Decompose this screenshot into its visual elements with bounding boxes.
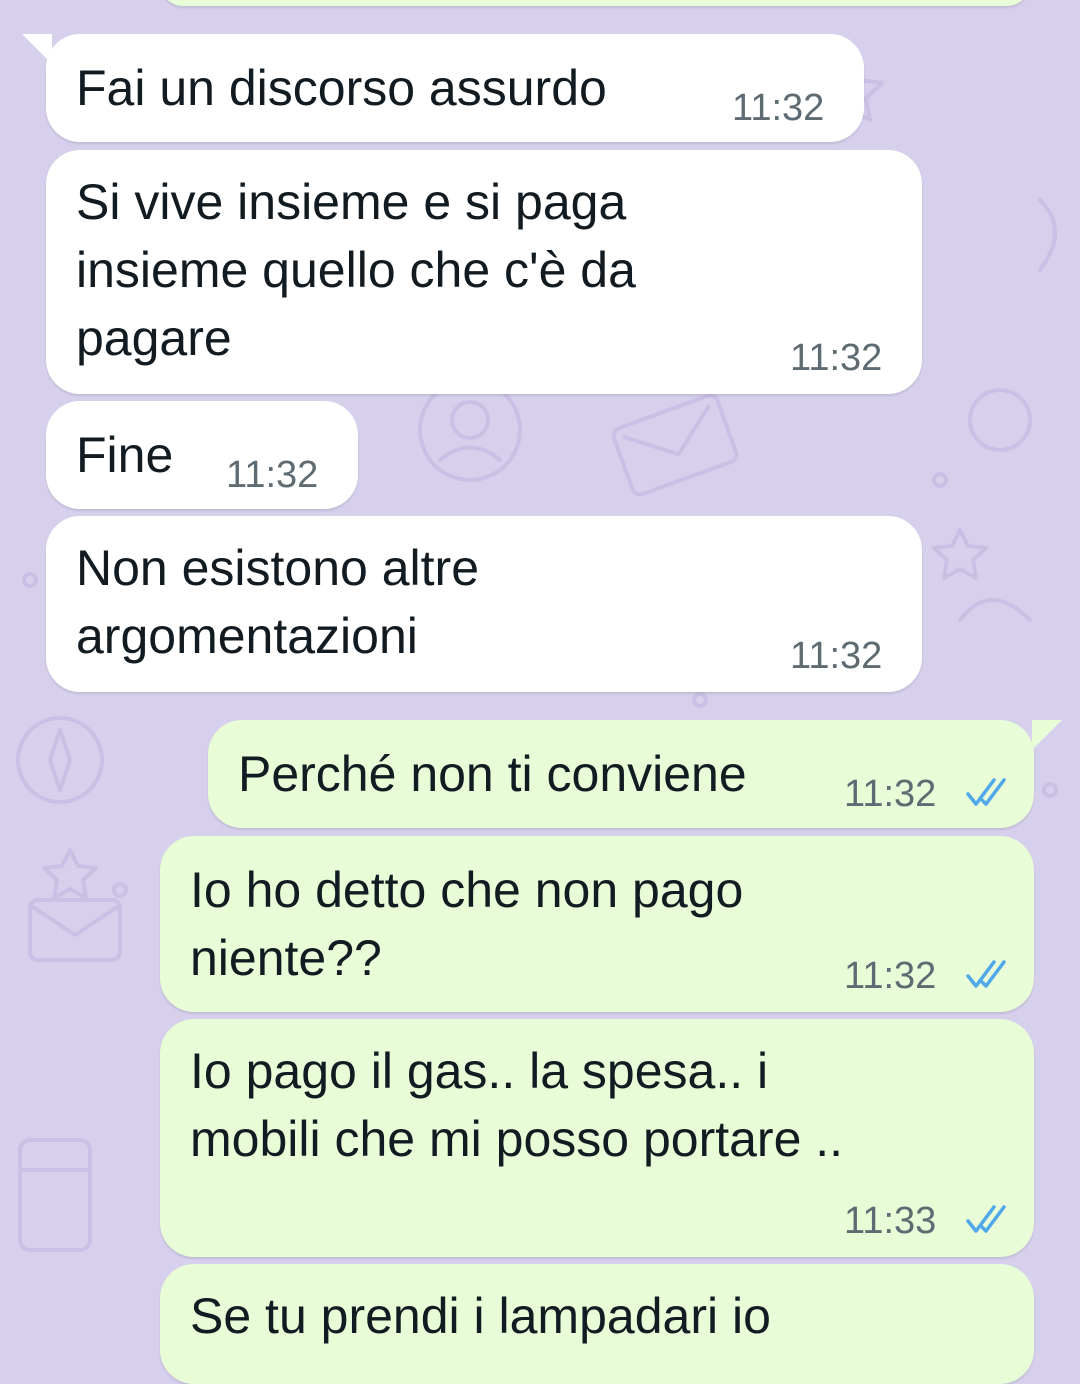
message-text: Perché non ti conviene <box>238 746 747 802</box>
message-time: 11:32 <box>226 454 319 496</box>
double-check-icon <box>966 960 1006 988</box>
double-check-icon <box>966 1205 1006 1233</box>
message-text: Fine <box>76 427 174 483</box>
message-time: 11:33 <box>844 1200 937 1242</box>
message-text: Io pago il gas.. la spesa.. i mobili che… <box>190 1043 844 1167</box>
message-text: Fai un discorso assurdo <box>76 60 607 116</box>
message-bubble-outgoing[interactable]: Io ho detto che non pago niente?? 11:32 <box>160 836 1034 1012</box>
message-text: Io ho detto che non pago niente?? <box>190 862 744 986</box>
message-bubble-outgoing[interactable]: Io pago il gas.. la spesa.. i mobili che… <box>160 1019 1034 1257</box>
bubble-tail <box>1032 720 1062 750</box>
message-text: Non esistono altre argomentazioni <box>76 540 480 664</box>
message-bubble-outgoing[interactable]: Se tu prendi i lampadari io <box>160 1264 1034 1384</box>
message-bubble-incoming[interactable]: Fai un discorso assurdo 11:32 <box>46 34 864 142</box>
message-time: 11:32 <box>732 87 825 129</box>
message-bubble-outgoing[interactable]: Perché non ti conviene 11:32 <box>208 720 1034 828</box>
message-time: 11:32 <box>790 337 883 379</box>
previous-outgoing-message[interactable] <box>160 0 1030 6</box>
message-time: 11:32 <box>844 773 937 815</box>
message-text: Se tu prendi i lampadari io <box>190 1288 771 1344</box>
message-bubble-incoming[interactable]: Non esistono altre argomentazioni 11:32 <box>46 516 922 692</box>
message-time: 11:32 <box>790 635 883 677</box>
message-bubble-incoming[interactable]: Si vive insieme e si paga insieme quello… <box>46 150 922 394</box>
message-text: Si vive insieme e si paga insieme quello… <box>76 174 636 366</box>
message-bubble-incoming[interactable]: Fine 11:32 <box>46 401 358 509</box>
message-time: 11:32 <box>844 955 937 997</box>
double-check-icon <box>966 778 1006 806</box>
